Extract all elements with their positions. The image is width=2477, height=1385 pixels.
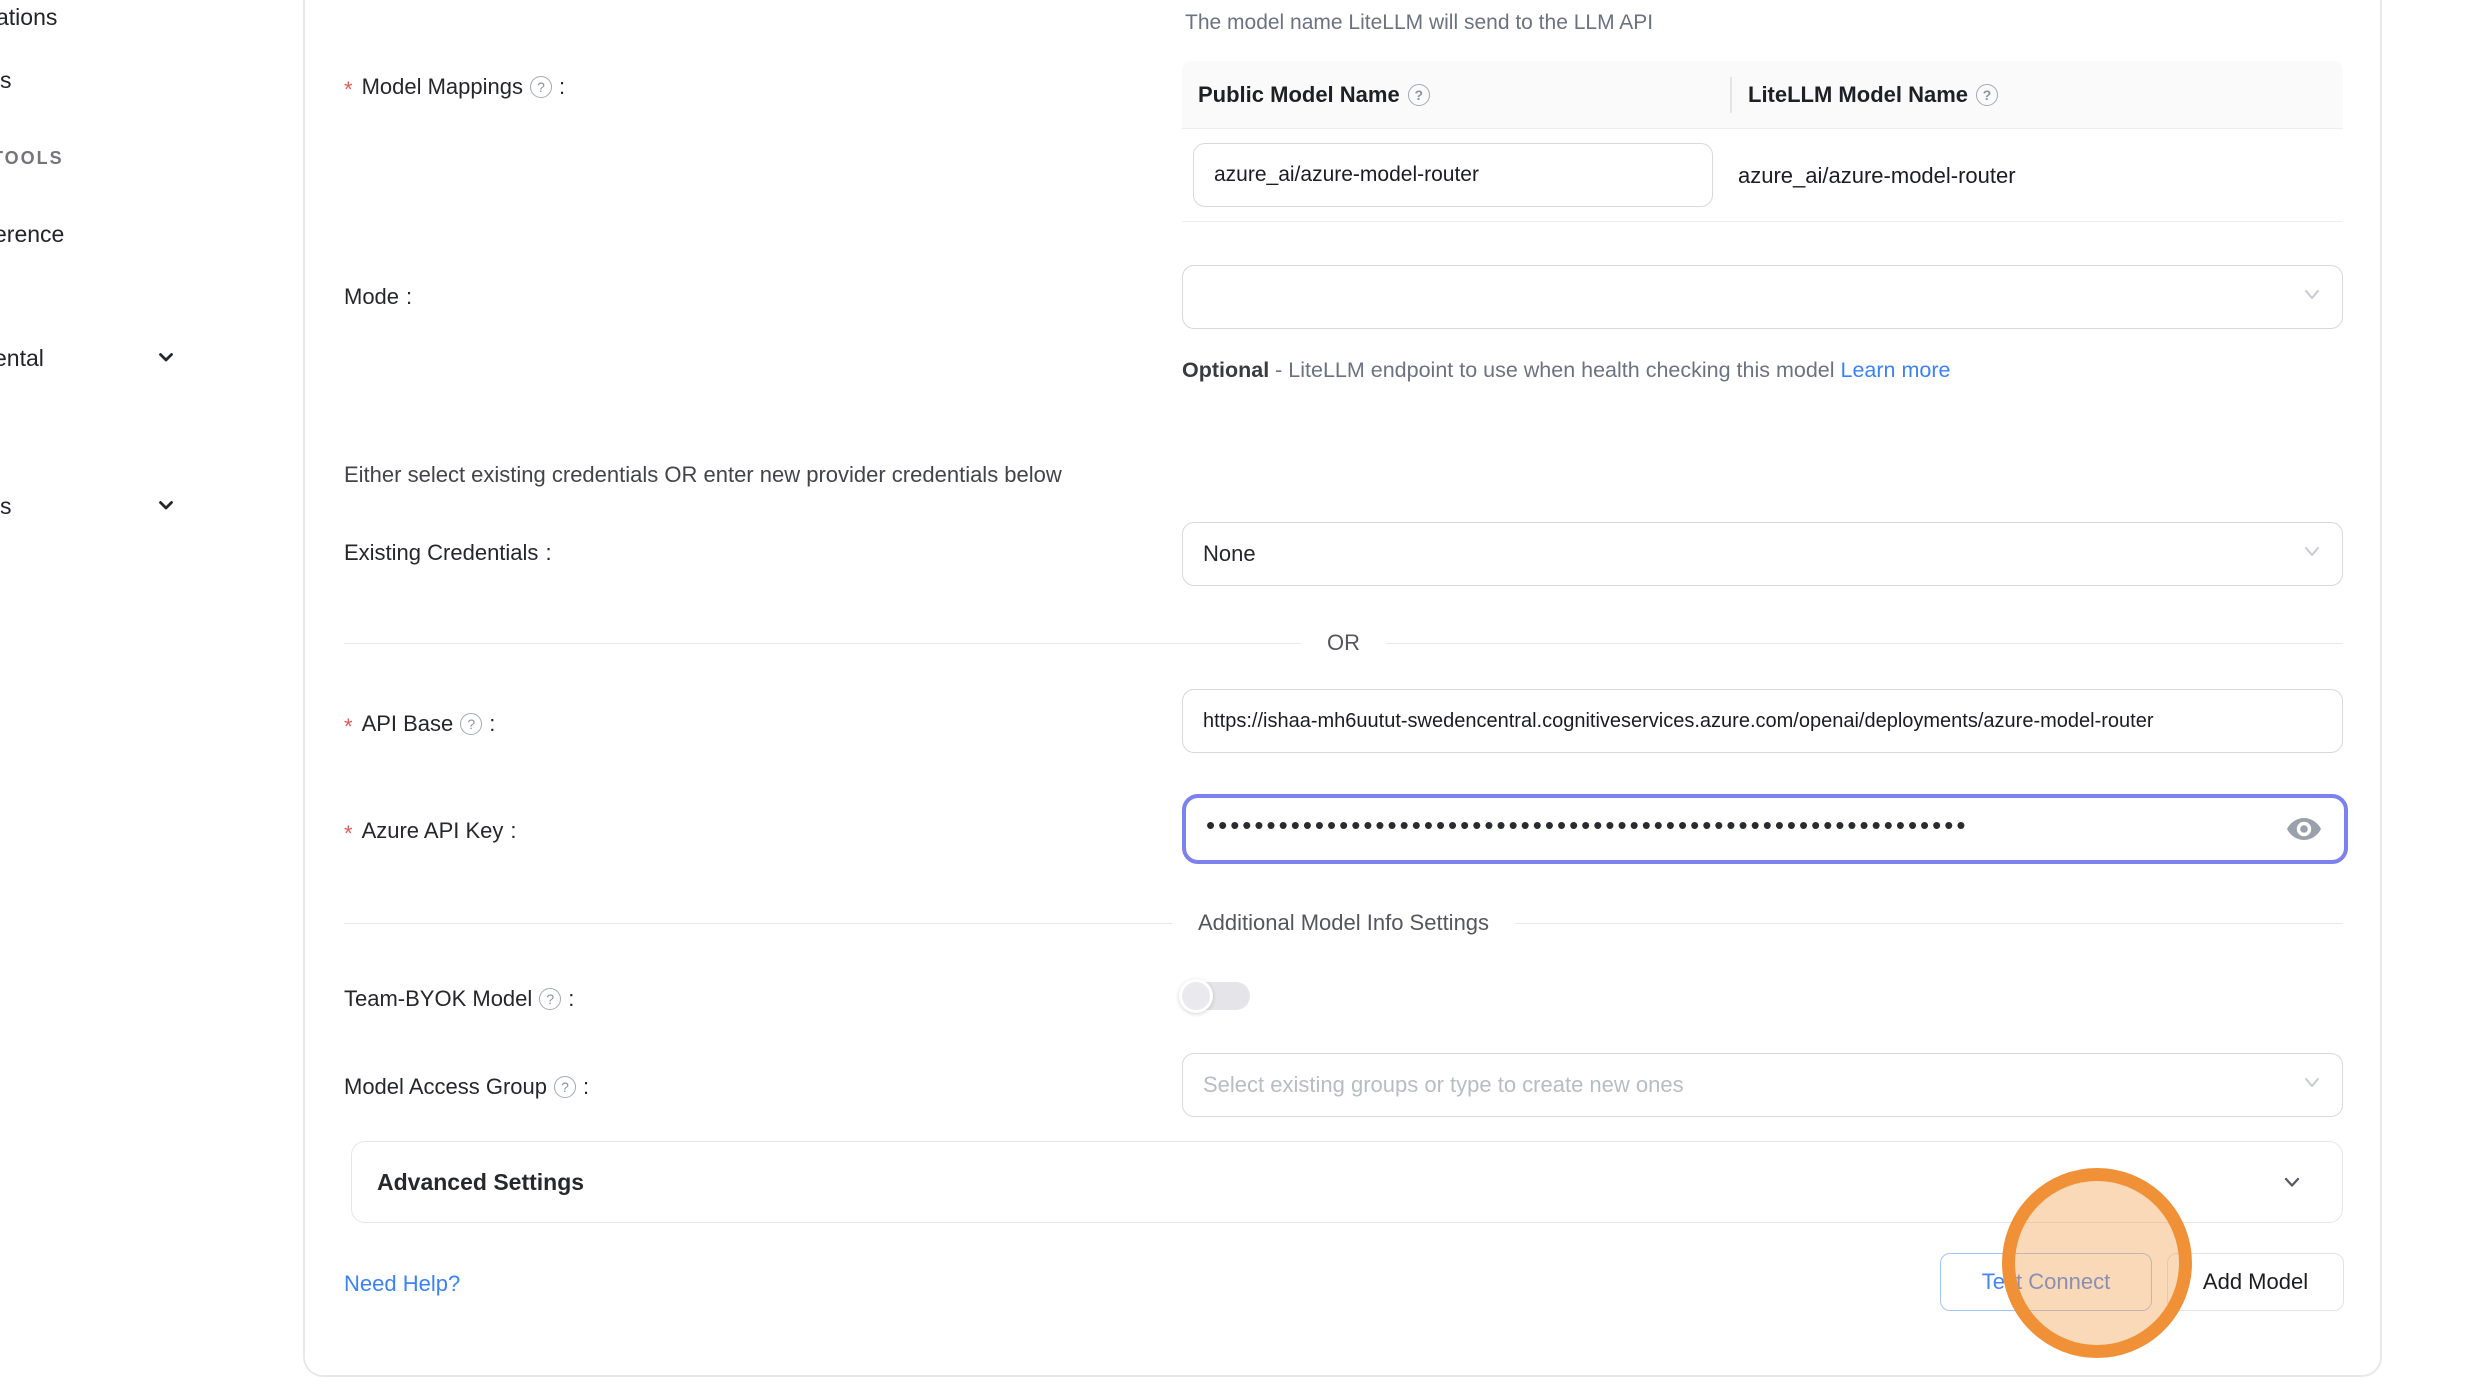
existing-credentials-select[interactable]: None	[1182, 522, 2343, 586]
model-access-group-select[interactable]: Select existing groups or type to create…	[1182, 1053, 2343, 1117]
help-icon[interactable]: ?	[1408, 84, 1430, 106]
sidebar-section-tools: TOOLS	[0, 148, 64, 169]
help-icon[interactable]: ?	[530, 76, 552, 98]
sidebar-item-experimental[interactable]: ental	[0, 345, 44, 372]
add-model-button[interactable]: Add Model	[2167, 1253, 2344, 1311]
model-access-group-placeholder: Select existing groups or type to create…	[1203, 1072, 1684, 1098]
api-base-input[interactable]	[1203, 690, 2322, 752]
add-model-page: ations s TOOLS erence ental s The model …	[0, 0, 2477, 1385]
model-mappings-table: Public Model Name ? LiteLLM Model Name ?…	[1182, 61, 2343, 223]
or-divider: OR	[344, 630, 2343, 656]
sidebar-item-settings[interactable]: s	[0, 493, 12, 520]
help-icon[interactable]: ?	[460, 713, 482, 735]
chevron-down-icon	[2278, 1168, 2306, 1196]
sidebar-item-inference[interactable]: erence	[0, 221, 64, 248]
table-row: azure_ai/azure-model-router	[1182, 129, 2343, 222]
mode-help-text: Optional - LiteLLM endpoint to use when …	[1182, 350, 1972, 390]
model-mappings-label: * Model Mappings ? :	[344, 74, 565, 100]
mode-label: Mode:	[344, 284, 412, 310]
test-connect-button[interactable]: Test Connect	[1940, 1253, 2152, 1311]
litellm-model-name-value: azure_ai/azure-model-router	[1738, 129, 2016, 222]
eye-icon[interactable]	[2286, 816, 2322, 842]
sidebar-item-organizations[interactable]: ations	[0, 4, 57, 31]
azure-api-key-input[interactable]: ••••••••••••••••••••••••••••••••••••••••…	[1182, 794, 2348, 864]
team-byok-toggle[interactable]	[1182, 982, 1250, 1010]
azure-api-key-label: * Azure API Key :	[344, 818, 517, 844]
chevron-down-icon	[2300, 539, 2324, 569]
masked-api-key-value: ••••••••••••••••••••••••••••••••••••••••…	[1206, 810, 2106, 841]
chevron-down-icon	[156, 347, 176, 367]
existing-credentials-label: Existing Credentials:	[344, 540, 552, 566]
divider-line	[344, 923, 1172, 924]
divider-line	[1515, 923, 2343, 924]
help-icon[interactable]: ?	[554, 1076, 576, 1098]
divider-line	[344, 643, 1301, 644]
mode-select[interactable]	[1182, 265, 2343, 329]
api-base-label: * API Base ? :	[344, 711, 495, 737]
credentials-note: Either select existing credentials OR en…	[344, 462, 1062, 488]
help-icon[interactable]: ?	[539, 988, 561, 1010]
model-access-group-label: Model Access Group ? :	[344, 1074, 589, 1100]
api-base-input-wrap	[1182, 689, 2343, 753]
help-icon[interactable]: ?	[1976, 84, 1998, 106]
additional-settings-divider: Additional Model Info Settings	[344, 910, 2343, 936]
toggle-knob	[1179, 979, 1213, 1013]
divider-line	[1386, 643, 2343, 644]
chevron-down-icon	[156, 495, 176, 515]
table-header: Public Model Name ? LiteLLM Model Name ?	[1182, 61, 2343, 129]
required-mark: *	[344, 77, 353, 103]
existing-credentials-value: None	[1203, 541, 1256, 567]
public-model-name-input-wrap	[1193, 143, 1713, 207]
model-name-hint: The model name LiteLLM will send to the …	[1185, 11, 1653, 35]
sidebar-item[interactable]: s	[0, 67, 12, 94]
column-header-public-model-name: Public Model Name ?	[1182, 82, 1730, 108]
chevron-down-icon	[2300, 282, 2324, 312]
need-help-link[interactable]: Need Help?	[344, 1271, 460, 1297]
chevron-down-icon	[2300, 1070, 2324, 1100]
learn-more-link[interactable]: Learn more	[1840, 358, 1950, 382]
advanced-settings-title: Advanced Settings	[377, 1169, 584, 1196]
column-header-litellm-model-name: LiteLLM Model Name ?	[1730, 77, 2343, 113]
public-model-name-input[interactable]	[1214, 144, 1692, 206]
team-byok-label: Team-BYOK Model ? :	[344, 986, 574, 1012]
required-mark: *	[344, 714, 353, 740]
advanced-settings-panel[interactable]: Advanced Settings	[351, 1141, 2343, 1223]
required-mark: *	[344, 821, 353, 847]
